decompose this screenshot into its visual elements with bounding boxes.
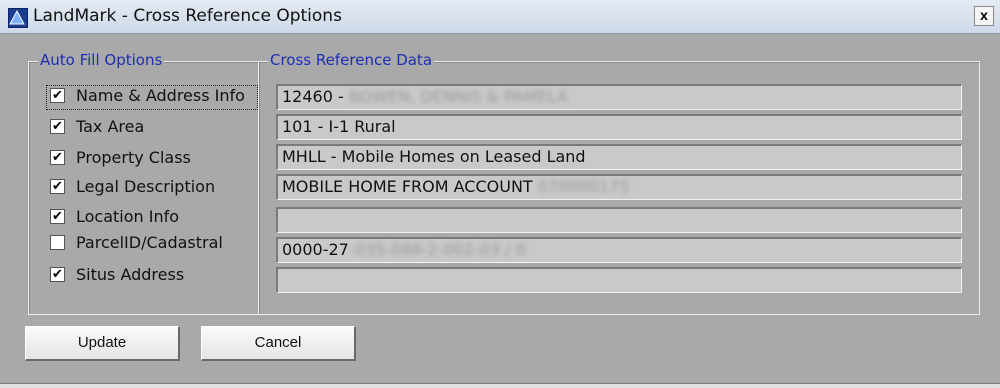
parcelid-cadastral-field[interactable]: 0000-27-035-088-2-002-03 / 0 (276, 237, 962, 263)
checkbox-label: Situs Address (76, 265, 185, 284)
checkbox-box[interactable]: ✔ (50, 88, 65, 103)
checkbox-label: ParcelID/Cadastral (76, 233, 223, 252)
window-title: LandMark - Cross Reference Options (33, 6, 342, 26)
checkbox-label: Location Info (76, 207, 180, 226)
redacted-text: 070000175 (537, 177, 630, 196)
situs-address-field[interactable] (276, 267, 962, 293)
checkbox-box[interactable]: ✔ (50, 267, 65, 282)
redacted-text: -035-088-2-002-03 / 0 (348, 240, 526, 259)
auto-fill-options-title: Auto Fill Options (38, 51, 165, 69)
close-button[interactable]: x (974, 6, 994, 26)
cross-reference-data-title: Cross Reference Data (268, 51, 435, 69)
field-value: MOBILE HOME FROM ACCOUNT (282, 177, 538, 196)
checkbox-label: Property Class (76, 148, 191, 167)
location-info-field[interactable] (276, 207, 962, 233)
close-icon: x (980, 7, 988, 23)
property-class-field[interactable]: MHLL - Mobile Homes on Leased Land (276, 144, 962, 170)
tax-area-field[interactable]: 101 - I-1 Rural (276, 114, 962, 140)
field-value: 12460 - (282, 87, 349, 106)
field-value: 101 - I-1 Rural (282, 117, 396, 136)
checkbox-box[interactable]: ✔ (50, 209, 65, 224)
update-button[interactable]: Update (25, 326, 180, 361)
checkbox-box[interactable]: ✔ (50, 150, 65, 165)
field-value: 0000-27 (282, 240, 349, 259)
redacted-text: BOWEN, DENNIS & PAMELA (348, 87, 568, 106)
checkbox-box[interactable]: ✔ (50, 179, 65, 194)
checkbox-box[interactable] (50, 235, 65, 250)
legal-description-field[interactable]: MOBILE HOME FROM ACCOUNT 070000175 (276, 174, 962, 200)
window-bottom-edge (0, 383, 1000, 388)
checkbox-label: Legal Description (76, 177, 216, 196)
landmark-app-icon (8, 8, 28, 28)
cancel-button[interactable]: Cancel (201, 326, 356, 361)
field-value: MHLL - Mobile Homes on Leased Land (282, 147, 586, 166)
title-bar: LandMark - Cross Reference Options x (0, 0, 1000, 34)
checkbox-label: Tax Area (76, 117, 145, 136)
checkbox-label: Name & Address Info (76, 86, 245, 105)
checkbox-box[interactable]: ✔ (50, 119, 65, 134)
name-address-field[interactable]: 12460 - BOWEN, DENNIS & PAMELA (276, 84, 962, 110)
